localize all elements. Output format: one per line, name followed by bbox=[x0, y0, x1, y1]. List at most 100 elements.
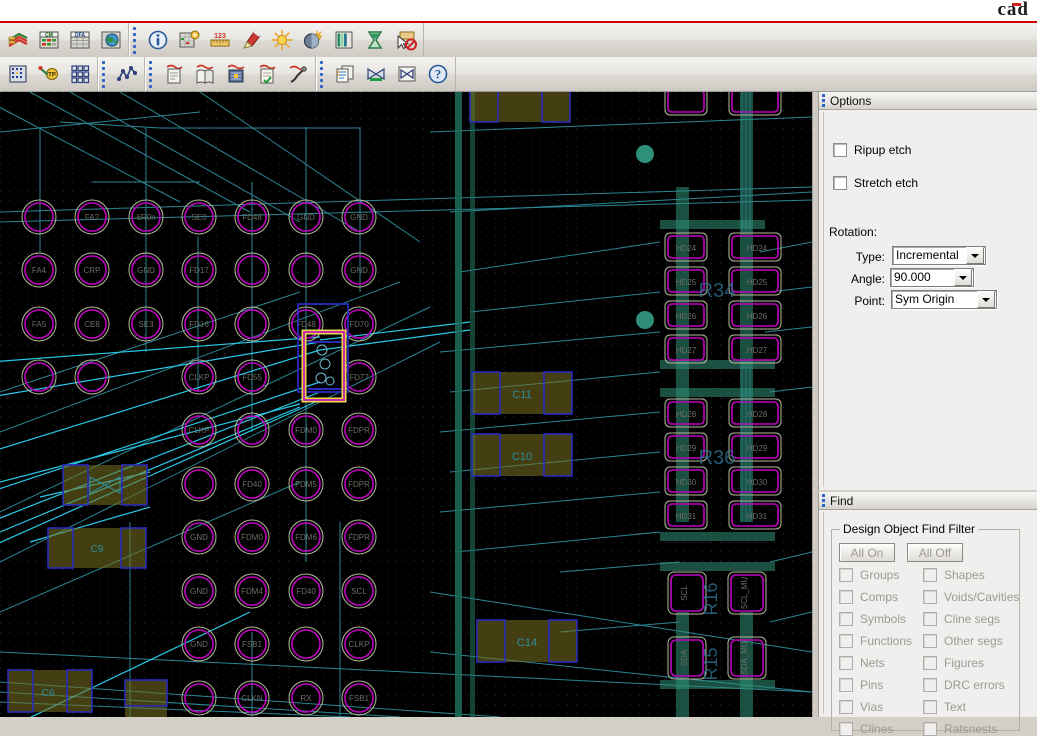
padstack-array-icon[interactable] bbox=[65, 58, 94, 90]
toolbar-grip[interactable] bbox=[131, 25, 138, 55]
simulation-lib-icon[interactable] bbox=[221, 58, 250, 90]
dfa-constraint-icon[interactable]: DFA bbox=[65, 24, 94, 56]
chevron-down-icon[interactable] bbox=[954, 269, 972, 286]
filter-functions-row[interactable]: Functions bbox=[839, 634, 912, 648]
filter-symbols-checkbox[interactable] bbox=[839, 612, 853, 626]
signal-explorer-icon[interactable] bbox=[3, 24, 32, 56]
toolbar-grip-2[interactable] bbox=[100, 59, 107, 89]
probe-pen-icon[interactable] bbox=[283, 58, 312, 90]
panel-grip-icon[interactable] bbox=[822, 93, 825, 108]
highlight-brush-icon[interactable] bbox=[236, 24, 265, 56]
all-on-button[interactable]: All On bbox=[839, 543, 895, 562]
filter-ratsnests-checkbox[interactable] bbox=[923, 722, 937, 736]
ripup-etch-checkbox-row[interactable]: Ripup etch bbox=[833, 143, 911, 157]
filter-figures-checkbox[interactable] bbox=[923, 656, 937, 670]
svg-text:FD40: FD40 bbox=[296, 587, 316, 596]
properties-icon[interactable] bbox=[174, 24, 203, 56]
svg-text:HD26: HD26 bbox=[676, 312, 697, 321]
help-icon[interactable]: ? bbox=[423, 58, 452, 90]
grid-toggle-icon[interactable] bbox=[3, 58, 32, 90]
net-schedule-icon[interactable] bbox=[361, 58, 390, 90]
svg-text:FA5: FA5 bbox=[32, 320, 47, 329]
filter-drc-errors-row[interactable]: DRC errors bbox=[923, 678, 1005, 692]
chevron-down-icon[interactable] bbox=[977, 291, 995, 308]
filter-voids-cavities-checkbox[interactable] bbox=[923, 590, 937, 604]
filter-cline-segs-checkbox[interactable] bbox=[923, 612, 937, 626]
toolbar-row-1: CM DFA 123 bbox=[0, 23, 1037, 57]
rotation-angle-value: 90.000 bbox=[894, 270, 931, 284]
find-panel-header[interactable]: Find bbox=[819, 492, 1037, 510]
waveform-plot-icon[interactable] bbox=[112, 58, 141, 90]
filter-comps-label: Comps bbox=[860, 590, 899, 604]
filter-cline-segs-row[interactable]: Cline segs bbox=[923, 612, 1000, 626]
ripup-etch-checkbox[interactable] bbox=[833, 143, 847, 157]
options-panel-header[interactable]: Options bbox=[819, 92, 1037, 110]
filter-clines-row[interactable]: Clines bbox=[839, 722, 893, 736]
toolbar-grip-3[interactable] bbox=[147, 59, 154, 89]
rotation-angle-dropdown[interactable]: 90.000 bbox=[890, 268, 974, 287]
filter-ratsnests-row[interactable]: Ratsnests bbox=[923, 722, 997, 736]
allegro-pcb-editor-window: cad CM DFA 123 TP ? FA2 6R0n SE0 FD48 GN… bbox=[0, 0, 1037, 736]
svg-text:HD25: HD25 bbox=[747, 278, 768, 287]
dehighlight-sun-icon[interactable] bbox=[267, 24, 296, 56]
measure-icon[interactable]: 123 bbox=[205, 24, 234, 56]
filter-comps-checkbox[interactable] bbox=[839, 590, 853, 604]
global-world-icon[interactable] bbox=[96, 24, 125, 56]
svg-text:GND: GND bbox=[350, 213, 368, 222]
pcb-design-canvas[interactable]: FA2 6R0n SE0 FD48 GND GND FA4 CRP GND FD… bbox=[0, 92, 812, 717]
filter-ratsnests-label: Ratsnests bbox=[944, 722, 998, 736]
filter-symbols-row[interactable]: Symbols bbox=[839, 612, 906, 626]
svg-text:GND: GND bbox=[297, 213, 315, 222]
options-panel-body: Ripup etch Stretch etch Rotation: Type: … bbox=[819, 110, 1037, 490]
bowtie-icon[interactable] bbox=[392, 58, 421, 90]
dimming-icon[interactable] bbox=[298, 24, 327, 56]
filter-other-segs-checkbox[interactable] bbox=[923, 634, 937, 648]
toolbar-grip-4[interactable] bbox=[318, 59, 325, 89]
chevron-down-icon[interactable] bbox=[966, 247, 984, 264]
logo-accent-bar bbox=[1011, 3, 1021, 6]
filter-pins-row[interactable]: Pins bbox=[839, 678, 883, 692]
panel-grip-icon[interactable] bbox=[822, 493, 825, 508]
unselect-cursor-icon[interactable] bbox=[391, 24, 420, 56]
filter-other-segs-row[interactable]: Other segs bbox=[923, 634, 1003, 648]
filter-text-checkbox[interactable] bbox=[923, 700, 937, 714]
copy-docs-icon[interactable] bbox=[330, 58, 359, 90]
filter-vias-row[interactable]: Vias bbox=[839, 700, 883, 714]
svg-text:FA4: FA4 bbox=[32, 266, 47, 275]
svg-text:FD16: FD16 bbox=[189, 320, 209, 329]
svg-text:FD70: FD70 bbox=[349, 320, 369, 329]
testpoint-icon[interactable]: TP bbox=[34, 58, 63, 90]
rotation-section-label: Rotation: bbox=[829, 225, 878, 239]
color-bars-icon[interactable] bbox=[329, 24, 358, 56]
stretch-etch-checkbox[interactable] bbox=[833, 176, 847, 190]
title-bar: cad bbox=[0, 0, 1037, 21]
rotation-type-dropdown[interactable]: Incremental bbox=[892, 246, 986, 265]
svg-text:FD17: FD17 bbox=[189, 266, 209, 275]
rotation-point-dropdown[interactable]: Sym Origin bbox=[891, 290, 997, 309]
hourglass-icon[interactable] bbox=[360, 24, 389, 56]
filter-pins-checkbox[interactable] bbox=[839, 678, 853, 692]
report-page-icon[interactable] bbox=[159, 58, 188, 90]
filter-figures-row[interactable]: Figures bbox=[923, 656, 984, 670]
filter-text-row[interactable]: Text bbox=[923, 700, 966, 714]
filter-functions-checkbox[interactable] bbox=[839, 634, 853, 648]
filter-comps-row[interactable]: Comps bbox=[839, 590, 898, 604]
filter-nets-row[interactable]: Nets bbox=[839, 656, 885, 670]
filter-groups-row[interactable]: Groups bbox=[839, 568, 899, 582]
filter-vias-checkbox[interactable] bbox=[839, 700, 853, 714]
report-book-icon[interactable] bbox=[190, 58, 219, 90]
filter-groups-checkbox[interactable] bbox=[839, 568, 853, 582]
filter-nets-checkbox[interactable] bbox=[839, 656, 853, 670]
filter-voids-cavities-row[interactable]: Voids/Cavities bbox=[923, 590, 1019, 604]
all-off-button[interactable]: All Off bbox=[907, 543, 963, 562]
checklist-icon[interactable] bbox=[252, 58, 281, 90]
stretch-etch-checkbox-row[interactable]: Stretch etch bbox=[833, 176, 918, 190]
svg-text:FDM6: FDM6 bbox=[295, 533, 317, 542]
filter-shapes-row[interactable]: Shapes bbox=[923, 568, 985, 582]
filter-clines-checkbox[interactable] bbox=[839, 722, 853, 736]
filter-drc-errors-checkbox[interactable] bbox=[923, 678, 937, 692]
svg-text:HD30: HD30 bbox=[676, 478, 697, 487]
constraint-manager-icon[interactable]: CM bbox=[34, 24, 63, 56]
filter-shapes-checkbox[interactable] bbox=[923, 568, 937, 582]
show-element-info-icon[interactable] bbox=[143, 24, 172, 56]
